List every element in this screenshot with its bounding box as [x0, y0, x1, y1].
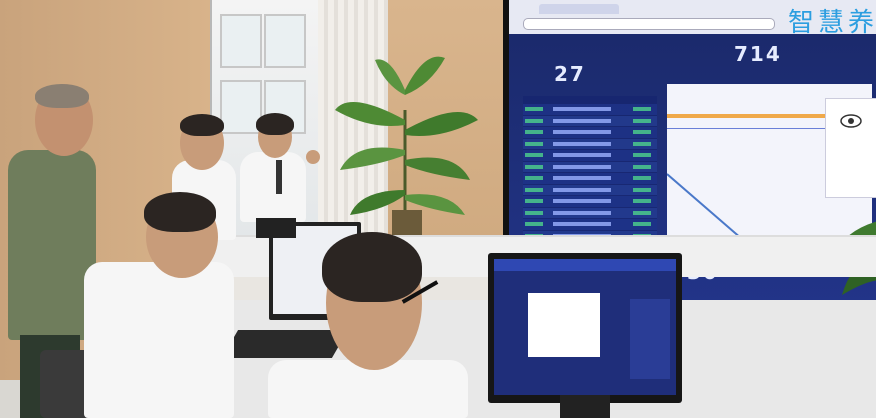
stat-left: 27 — [554, 62, 586, 94]
raised-hand — [306, 150, 320, 164]
hair — [35, 84, 89, 108]
browser-tab — [539, 4, 619, 14]
stat-top-label — [734, 68, 782, 74]
table-row — [523, 150, 657, 161]
hair — [322, 232, 422, 302]
table-row — [523, 127, 657, 138]
tie — [276, 160, 282, 194]
hair — [180, 114, 224, 136]
white-shirt — [84, 262, 234, 418]
stat-left-value: 27 — [554, 62, 586, 86]
hair — [256, 113, 294, 135]
front-monitor-screen — [494, 259, 676, 395]
table-row — [523, 161, 657, 172]
stat-top-value: 714 — [734, 42, 782, 66]
browser-address-bar — [523, 18, 775, 30]
front-monitor-header — [494, 259, 676, 271]
green-shirt — [8, 150, 96, 340]
table-row — [523, 115, 657, 126]
window-pane — [220, 14, 262, 68]
keyboard — [221, 330, 349, 358]
stat-top: 714 — [734, 42, 782, 74]
profile-card — [825, 98, 876, 198]
browser-bar: 智慧养 — [509, 0, 876, 38]
table-row — [523, 196, 657, 207]
stat-left-label — [554, 88, 586, 94]
window-pane — [264, 14, 306, 68]
office-monitoring-scene: 智慧养 27 714 30 — [0, 0, 876, 418]
table-row — [523, 207, 657, 218]
monitor-stand — [560, 395, 610, 418]
table-row — [523, 173, 657, 184]
skirt — [256, 218, 296, 238]
front-monitor-sidepanel — [630, 299, 670, 379]
records-table-header — [523, 96, 657, 104]
table-row — [523, 104, 657, 115]
face-icon — [840, 114, 862, 128]
front-monitor-document — [528, 293, 600, 357]
white-shirt — [240, 152, 306, 222]
hair — [144, 192, 216, 232]
front-monitor — [488, 253, 682, 403]
table-row — [523, 184, 657, 195]
table-row — [523, 138, 657, 149]
table-row — [523, 219, 657, 230]
